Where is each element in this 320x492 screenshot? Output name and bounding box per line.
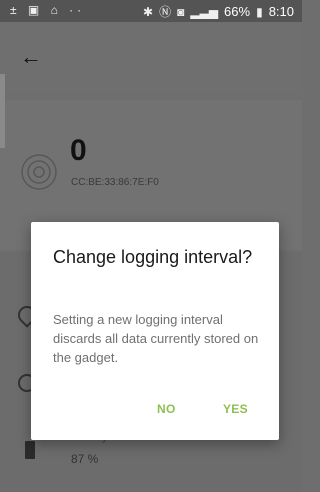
status-right: ✱ Ⓝ ◙ ▂▃▅ 66% ▮ 8:10 [143, 3, 294, 20]
alarm-icon: ◙ [177, 4, 185, 19]
confirm-dialog: Change logging interval? Setting a new l… [31, 222, 279, 440]
nfc-icon: Ⓝ [159, 5, 172, 19]
scroll-indicator [0, 74, 5, 148]
no-button[interactable]: NO [157, 402, 176, 416]
battery-icon [25, 441, 35, 459]
signal-icon: ▂▃▅ [190, 4, 219, 19]
gadget-signal-icon [21, 154, 57, 190]
yes-button[interactable]: YES [223, 402, 248, 416]
battery-status-value: 87 % [71, 452, 99, 466]
dialog-title: Change logging interval? [53, 247, 253, 267]
dialog-message: Setting a new logging interval discards … [53, 312, 259, 365]
status-bar: ± ▣ ⌂ ·· ✱ Ⓝ ◙ ▂▃▅ 66% ▮ 8:10 [0, 0, 302, 22]
notification-icons: ± ▣ ⌂ ·· [10, 3, 86, 17]
app-bar [0, 22, 302, 94]
gadget-mac-address: CC:BE:33:86:7E:F0 [71, 177, 159, 188]
back-arrow-icon[interactable]: ← [20, 46, 42, 68]
bluetooth-icon: ✱ [143, 4, 154, 19]
battery-percent: 66% [224, 4, 251, 19]
clock: 8:10 [268, 4, 294, 19]
battery-status-icon: ▮ [256, 4, 263, 19]
gadget-count: 0 [70, 134, 87, 167]
